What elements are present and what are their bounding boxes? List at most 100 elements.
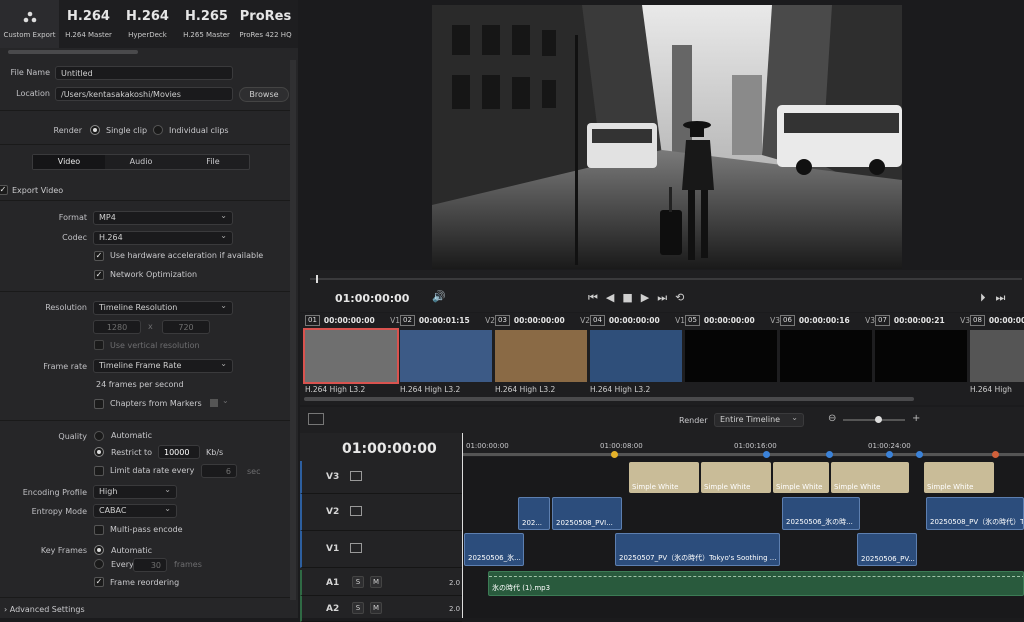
- marker-blue[interactable]: [916, 451, 923, 458]
- keyframes-every-radio[interactable]: [94, 559, 104, 569]
- preset-h265-master[interactable]: H.265 H.265 Master: [177, 0, 236, 48]
- clip-thumbnail[interactable]: [495, 330, 587, 382]
- title-clip[interactable]: Simple White: [629, 462, 699, 493]
- keyframes-auto-radio[interactable]: [94, 545, 104, 555]
- single-clip-radio[interactable]: [90, 125, 100, 135]
- keyframes-every-field[interactable]: 30: [133, 558, 167, 572]
- clip-card[interactable]: 02 00:00:01:15 V2 H.264 High L3.2: [400, 313, 495, 399]
- track-v3-header[interactable]: V3: [300, 461, 462, 494]
- video-viewer[interactable]: [432, 5, 902, 269]
- title-clip[interactable]: Simple White: [773, 462, 829, 493]
- clip-card[interactable]: 05 00:00:00:00 V3: [685, 313, 780, 399]
- title-clip[interactable]: Simple White: [924, 462, 994, 493]
- panel-scrollbar[interactable]: [290, 60, 296, 600]
- individual-clips-radio[interactable]: [153, 125, 163, 135]
- title-clip[interactable]: Simple White: [701, 462, 771, 493]
- mute-button[interactable]: M: [370, 576, 382, 588]
- film-icon[interactable]: [350, 506, 362, 516]
- film-icon[interactable]: [350, 471, 362, 481]
- clip-card[interactable]: 03 00:00:00:00 V2 H.264 High L3.2: [495, 313, 590, 399]
- clip-thumbnail[interactable]: [590, 330, 682, 382]
- clip-card[interactable]: 06 00:00:00:16 V3: [780, 313, 875, 399]
- solo-button[interactable]: S: [352, 576, 364, 588]
- audio-clip[interactable]: 氷の時代 (1).mp3: [488, 571, 1024, 596]
- tab-audio[interactable]: Audio: [105, 155, 177, 169]
- network-opt-checkbox[interactable]: ✓: [94, 270, 104, 280]
- track-v1-header[interactable]: V1: [300, 531, 462, 568]
- frame-reorder-checkbox[interactable]: ✓: [94, 577, 104, 587]
- format-dropdown[interactable]: MP4: [93, 210, 233, 225]
- clip-thumbnail[interactable]: [875, 330, 967, 382]
- encoding-profile-dropdown[interactable]: High: [93, 484, 177, 499]
- file-name-field[interactable]: Untitled: [55, 66, 233, 80]
- render-range-dropdown[interactable]: Entire Timeline: [714, 412, 804, 427]
- entropy-mode-dropdown[interactable]: CABAC: [93, 503, 177, 518]
- scrub-playhead[interactable]: [316, 275, 318, 283]
- restrict-radio[interactable]: [94, 447, 104, 457]
- timeline-area[interactable]: 01:00:00:00 01:00:08:00 01:00:16:00 01:0…: [462, 433, 1024, 618]
- export-video-checkbox[interactable]: ✓: [0, 185, 8, 195]
- mute-button[interactable]: M: [370, 602, 382, 614]
- volume-icon[interactable]: 🔊: [432, 290, 446, 303]
- chapters-checkbox[interactable]: [94, 399, 104, 409]
- timeline-options-icon[interactable]: [308, 413, 324, 425]
- play-icon[interactable]: ▶: [641, 291, 657, 304]
- clip-thumbnail[interactable]: [400, 330, 492, 382]
- track-v2-header[interactable]: V2: [300, 494, 462, 531]
- resolution-dropdown[interactable]: Timeline Resolution: [93, 300, 233, 315]
- prev-clip-icon[interactable]: ⏵: [980, 291, 996, 304]
- track-a1-header[interactable]: A1 S M 2.0: [300, 570, 462, 596]
- skip-back-icon[interactable]: ⏮: [588, 291, 606, 304]
- clip-card[interactable]: 04 00:00:00:00 V1 H.264 High L3.2: [590, 313, 685, 399]
- solo-button[interactable]: S: [352, 602, 364, 614]
- track-a2-header[interactable]: A2 S M 2.0: [300, 596, 462, 622]
- zoom-in-icon[interactable]: +: [912, 413, 920, 424]
- marker-blue[interactable]: [886, 451, 893, 458]
- marker-color-icon[interactable]: [210, 399, 218, 407]
- clip-thumbnail[interactable]: [970, 330, 1024, 382]
- video-clip[interactable]: 20250508_PVI...: [552, 497, 622, 530]
- chevron-down-icon[interactable]: ⌄: [222, 396, 229, 405]
- clip-thumbnail[interactable]: [303, 328, 399, 384]
- marker-blue[interactable]: [826, 451, 833, 458]
- width-field[interactable]: 1280: [93, 320, 141, 334]
- limit-rate-field[interactable]: 6: [201, 464, 237, 478]
- tab-file[interactable]: File: [177, 155, 249, 169]
- timeline-ruler[interactable]: 01:00:00:00 01:00:08:00 01:00:16:00 01:0…: [462, 433, 1024, 458]
- zoom-out-icon[interactable]: ⊖: [828, 413, 836, 424]
- vertical-res-checkbox[interactable]: [94, 340, 104, 350]
- stop-icon[interactable]: ■: [622, 291, 640, 304]
- video-clip[interactable]: 20250507_PV（氷の時代）Tokyo's Soothing ...: [615, 533, 780, 566]
- location-field[interactable]: /Users/kentasakakoshi/Movies: [55, 87, 233, 101]
- hw-accel-checkbox[interactable]: ✓: [94, 251, 104, 261]
- bitrate-field[interactable]: 10000: [158, 445, 200, 459]
- framerate-dropdown[interactable]: Timeline Frame Rate: [93, 358, 233, 373]
- clip-thumbnail[interactable]: [780, 330, 872, 382]
- clip-thumbnail[interactable]: [685, 330, 777, 382]
- preset-scrollbar[interactable]: [8, 50, 138, 54]
- video-clip[interactable]: 202...: [518, 497, 550, 530]
- height-field[interactable]: 720: [162, 320, 210, 334]
- preset-prores[interactable]: ProRes ProRes 422 HQ: [236, 0, 295, 48]
- zoom-handle[interactable]: [875, 416, 882, 423]
- limit-rate-checkbox[interactable]: [94, 466, 104, 476]
- marker-blue[interactable]: [763, 451, 770, 458]
- next-clip-icon[interactable]: ⏭: [996, 291, 1016, 304]
- preset-h264-master[interactable]: H.264 H.264 Master: [59, 0, 118, 48]
- quality-auto-radio[interactable]: [94, 431, 104, 441]
- preset-hyperdeck[interactable]: H.264 HyperDeck: [118, 0, 177, 48]
- clip-card[interactable]: 0800:00:00:00 H.264 High: [970, 313, 1024, 399]
- playhead[interactable]: [462, 433, 463, 618]
- multipass-checkbox[interactable]: [94, 525, 104, 535]
- clip-card[interactable]: 01 00:00:00:00 V1 H.264 High L3.2: [303, 313, 400, 399]
- video-clip[interactable]: 20250506_氷...: [464, 533, 524, 566]
- zoom-slider[interactable]: [843, 419, 905, 421]
- video-clip[interactable]: 20250508_PV（氷の時代）Tok: [926, 497, 1024, 530]
- skip-forward-icon[interactable]: ⏭: [657, 291, 675, 304]
- thumb-scrollbar[interactable]: [304, 397, 914, 401]
- browse-button[interactable]: Browse: [239, 87, 289, 102]
- codec-dropdown[interactable]: H.264: [93, 230, 233, 245]
- film-icon[interactable]: [350, 543, 362, 553]
- step-back-icon[interactable]: ◀: [606, 291, 622, 304]
- loop-icon[interactable]: ⟲: [675, 291, 692, 304]
